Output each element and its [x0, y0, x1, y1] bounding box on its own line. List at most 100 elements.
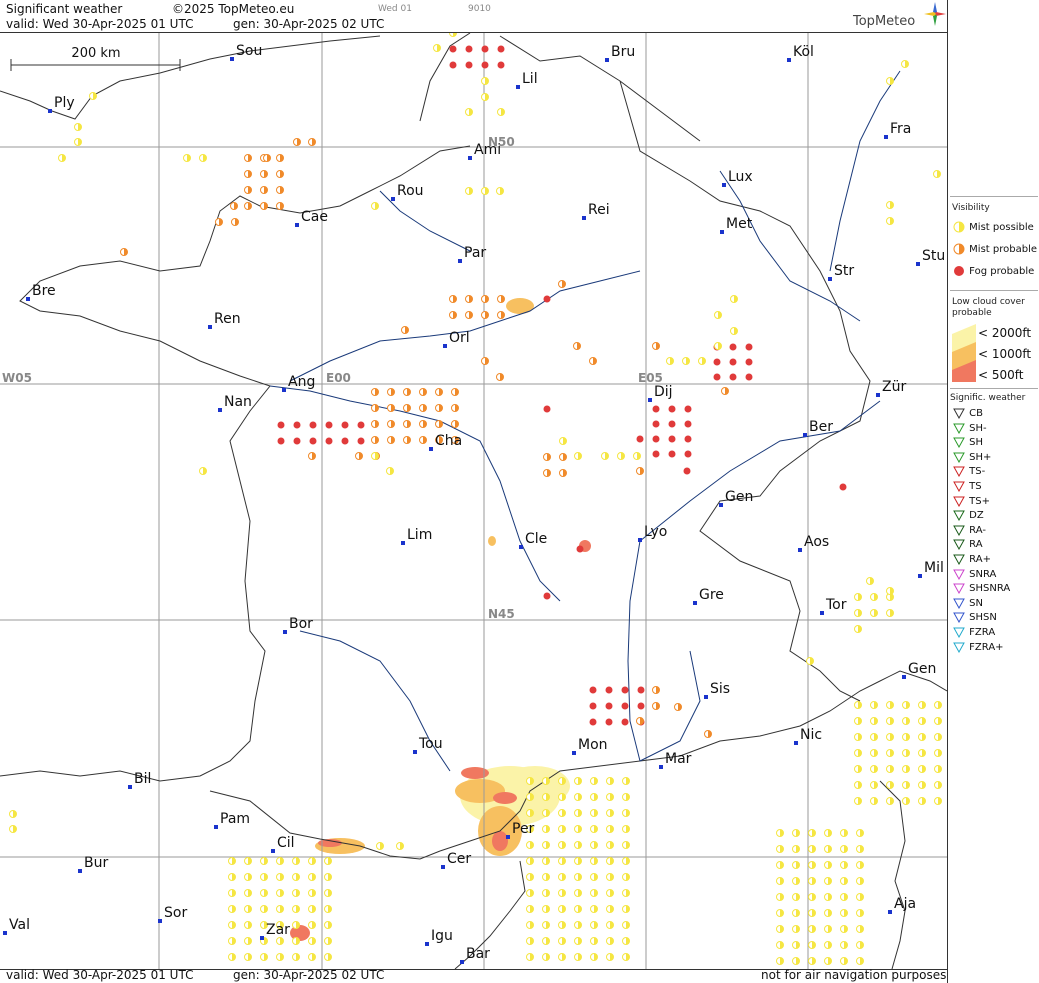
generated-time: gen: 30-Apr-2025 02 UTC	[233, 17, 385, 31]
city-dij[interactable]: Dij	[648, 384, 673, 402]
mist-probable-marker	[652, 702, 660, 710]
city-label: Gen	[908, 661, 936, 677]
city-sou[interactable]: Sou	[230, 43, 262, 61]
mist-possible-marker	[792, 877, 800, 885]
legend-visibility-item-label: Mist possible	[966, 222, 1034, 233]
mist-probable-marker	[355, 452, 363, 460]
city-lim[interactable]: Lim	[401, 527, 432, 545]
mist-possible-marker	[622, 889, 630, 897]
city-rei[interactable]: Rei	[582, 202, 610, 220]
city-mar[interactable]: Mar	[659, 751, 692, 769]
mist-possible-marker	[934, 749, 942, 757]
mist-possible-marker	[526, 841, 534, 849]
city-stu[interactable]: Stu	[916, 248, 945, 266]
city-marker-icon	[828, 277, 832, 281]
mist-possible-marker	[606, 809, 614, 817]
mist-possible-marker	[574, 905, 582, 913]
fog-probable-marker	[839, 483, 847, 491]
city-cae[interactable]: Cae	[295, 209, 328, 227]
city-ren[interactable]: Ren	[208, 311, 241, 329]
legend-sigwx-item-icon	[953, 554, 965, 566]
mist-possible-marker	[308, 889, 316, 897]
fog-probable-marker	[605, 702, 613, 710]
city-pam[interactable]: Pam	[214, 811, 250, 829]
city-bre[interactable]: Bre	[26, 283, 56, 301]
mist-possible-marker	[590, 937, 598, 945]
city-mon[interactable]: Mon	[572, 737, 608, 755]
mist-probable-marker	[293, 138, 301, 146]
city-köl[interactable]: Köl	[787, 44, 814, 62]
city-label: Aja	[894, 896, 916, 912]
city-cle[interactable]: Cle	[519, 531, 547, 549]
mist-possible-marker	[292, 953, 300, 961]
mist-possible-marker	[386, 467, 394, 475]
city-cer[interactable]: Cer	[441, 851, 471, 869]
city-bur[interactable]: Bur	[78, 855, 108, 873]
mist-probable-marker	[276, 154, 284, 162]
city-cil[interactable]: Cil	[271, 835, 295, 853]
city-label: Igu	[431, 928, 453, 944]
mist-possible-marker	[292, 937, 300, 945]
mist-possible-marker	[934, 797, 942, 805]
city-nan[interactable]: Nan	[218, 394, 252, 412]
mist-probable-marker	[497, 295, 505, 303]
mist-probable-marker	[260, 186, 268, 194]
city-fra[interactable]: Fra	[884, 121, 911, 139]
mist-probable-marker	[263, 154, 271, 162]
city-val[interactable]: Val	[3, 917, 30, 935]
mist-probable-marker	[674, 703, 682, 711]
mist-possible-marker	[449, 33, 457, 37]
city-bor[interactable]: Bor	[283, 616, 313, 634]
mist-possible-marker	[870, 749, 878, 757]
city-gen[interactable]: Gen	[719, 489, 753, 507]
city-label: Lil	[522, 71, 538, 87]
city-lux[interactable]: Lux	[722, 169, 753, 187]
mist-probable-marker	[244, 170, 252, 178]
city-igu[interactable]: Igu	[425, 928, 453, 946]
mist-possible-marker	[590, 857, 598, 865]
city-nic[interactable]: Nic	[794, 727, 822, 745]
mist-possible-marker	[292, 905, 300, 913]
mist-possible-marker	[854, 781, 862, 789]
city-tou[interactable]: Tou	[413, 736, 443, 754]
city-label: Mar	[665, 751, 692, 767]
rhone-river	[627, 540, 641, 762]
city-aja[interactable]: Aja	[888, 896, 916, 914]
city-str[interactable]: Str	[828, 263, 854, 281]
map-area[interactable]: Sou Bru Köl Ply Lil Ami Fra Rou Lux Cae Rei Met Par S…	[0, 32, 947, 970]
city-rou[interactable]: Rou	[391, 183, 424, 201]
mist-probable-marker	[403, 436, 411, 444]
mist-probable-marker	[276, 202, 284, 210]
city-met[interactable]: Met	[720, 216, 753, 234]
city-bru[interactable]: Bru	[605, 44, 635, 62]
city-tor[interactable]: Tor	[820, 597, 847, 615]
city-par[interactable]: Par	[458, 245, 486, 263]
city-marker-icon	[26, 297, 30, 301]
city-ang[interactable]: Ang	[282, 374, 315, 392]
mist-possible-marker	[776, 861, 784, 869]
city-marker-icon	[918, 574, 922, 578]
city-ply[interactable]: Ply	[48, 95, 75, 113]
mist-possible-marker	[324, 953, 332, 961]
mist-possible-marker	[792, 909, 800, 917]
city-zür[interactable]: Zür	[876, 379, 906, 397]
city-orl[interactable]: Orl	[443, 330, 470, 348]
city-sis[interactable]: Sis	[704, 681, 730, 699]
city-mil[interactable]: Mil	[918, 560, 944, 578]
city-gen[interactable]: Gen	[902, 661, 936, 679]
city-marker-icon	[283, 630, 287, 634]
city-cha[interactable]: Cha	[429, 433, 462, 451]
fog-probable-marker	[293, 437, 301, 445]
city-aos[interactable]: Aos	[798, 534, 829, 552]
city-lil[interactable]: Lil	[516, 71, 538, 89]
city-label: Ply	[54, 95, 75, 111]
mist-possible-marker	[856, 925, 864, 933]
city-marker-icon	[519, 545, 523, 549]
city-marker-icon	[425, 942, 429, 946]
mist-possible-marker	[824, 893, 832, 901]
city-gre[interactable]: Gre	[693, 587, 724, 605]
mist-possible-marker	[886, 217, 894, 225]
mist-possible-marker	[308, 921, 316, 929]
mist-possible-marker	[260, 873, 268, 881]
city-sor[interactable]: Sor	[158, 905, 187, 923]
